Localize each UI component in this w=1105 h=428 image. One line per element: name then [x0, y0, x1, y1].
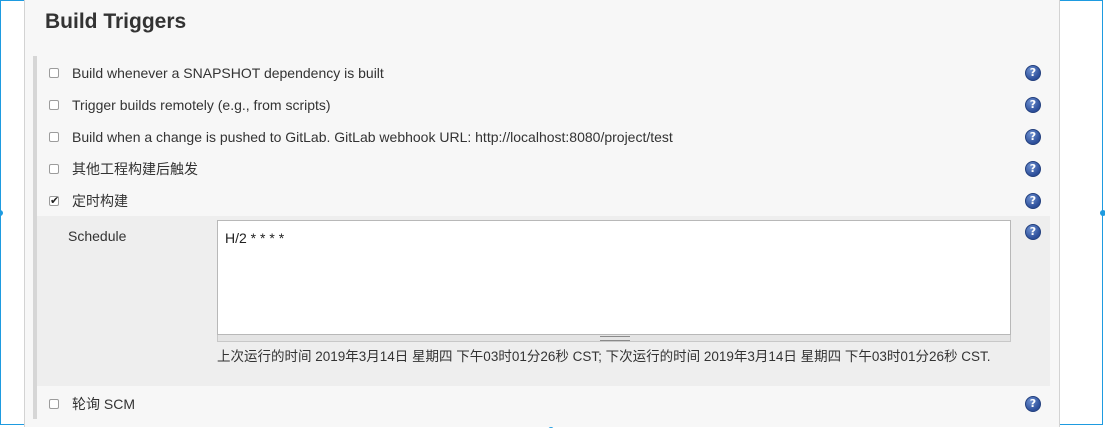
help-icon[interactable]: ? [1025, 161, 1041, 177]
help-icon[interactable]: ? [1025, 224, 1041, 240]
schedule-label: Schedule [68, 228, 127, 244]
resize-handle-left[interactable] [0, 210, 3, 216]
grip-lines-icon [600, 336, 630, 341]
schedule-run-info: 上次运行的时间 2019年3月14日 星期四 下午03时01分26秒 CST; … [217, 349, 991, 364]
section-title: Build Triggers [45, 10, 187, 33]
schedule-block: Schedule H/2 * * * * ? 上次运行的时间 2019年3月14… [37, 216, 1050, 386]
build-triggers-section: Build whenever a SNAPSHOT dependency is … [33, 56, 1050, 419]
help-icon[interactable]: ? [1025, 97, 1041, 113]
gitlab-push-checkbox[interactable] [49, 132, 59, 142]
poll-scm-checkbox[interactable] [49, 399, 59, 409]
textarea-expand-grip[interactable] [217, 335, 1011, 342]
resize-handle-right[interactable] [1100, 210, 1105, 216]
help-icon[interactable]: ? [1025, 396, 1041, 412]
upstream-build-checkbox[interactable] [49, 164, 59, 174]
periodic-build-label[interactable]: 定时构建 [72, 191, 128, 211]
snapshot-dependency-label[interactable]: Build whenever a SNAPSHOT dependency is … [72, 65, 384, 81]
periodic-build-checkbox[interactable] [49, 194, 59, 207]
snapshot-dependency-checkbox[interactable] [49, 68, 59, 78]
schedule-textarea[interactable]: H/2 * * * * [217, 220, 1011, 335]
help-icon[interactable]: ? [1025, 65, 1041, 81]
help-icon[interactable]: ? [1025, 129, 1041, 145]
upstream-build-label[interactable]: 其他工程构建后触发 [72, 159, 198, 179]
trigger-row-gitlab: Build when a change is pushed to GitLab.… [37, 122, 1050, 152]
gitlab-push-label[interactable]: Build when a change is pushed to GitLab.… [72, 129, 673, 145]
trigger-row-poll-scm: 轮询 SCM ? [37, 389, 1050, 419]
poll-scm-label[interactable]: 轮询 SCM [72, 394, 135, 414]
trigger-remotely-label[interactable]: Trigger builds remotely (e.g., from scri… [72, 97, 331, 113]
trigger-remotely-checkbox[interactable] [49, 100, 59, 110]
help-icon[interactable]: ? [1025, 193, 1041, 209]
trigger-row-snapshot: Build whenever a SNAPSHOT dependency is … [37, 58, 1050, 88]
trigger-row-remote: Trigger builds remotely (e.g., from scri… [37, 90, 1050, 120]
trigger-row-upstream: 其他工程构建后触发 ? [37, 154, 1050, 184]
trigger-row-periodic: 定时构建 ? [37, 186, 1050, 216]
